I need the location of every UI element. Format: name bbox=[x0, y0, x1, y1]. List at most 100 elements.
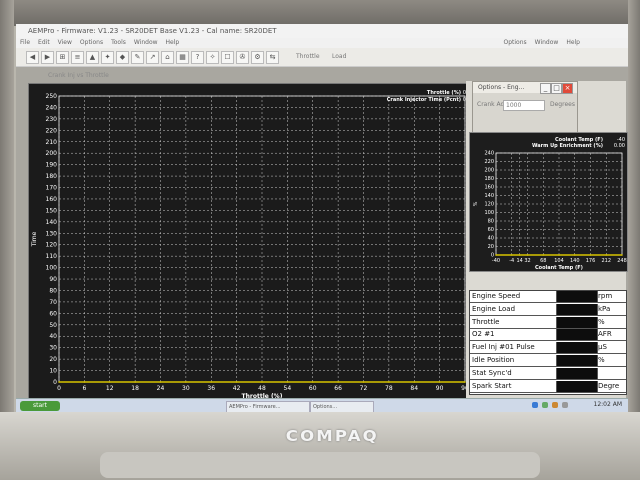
tray-security-icon[interactable] bbox=[552, 402, 558, 408]
data-point bbox=[388, 381, 390, 383]
data-point bbox=[518, 254, 521, 256]
coolant-chart-window[interactable]: 0 20 40 60 80 100 120 140 160 180 200 220 240 -40 -4 14… bbox=[469, 132, 628, 272]
x-tick-label: 104 bbox=[554, 258, 564, 264]
legend-value: 0.00 bbox=[614, 143, 625, 149]
menu-right-item-window[interactable]: Window bbox=[531, 39, 563, 46]
menu-item-options[interactable]: Options bbox=[76, 39, 107, 46]
y-tick-label: 250 bbox=[46, 93, 58, 100]
toolbar-button-icon[interactable]: ? bbox=[191, 51, 204, 64]
menu-right: Options Window Help bbox=[495, 38, 588, 48]
menu-item-file[interactable]: File bbox=[16, 39, 34, 46]
minimize-button[interactable]: _ bbox=[540, 83, 551, 94]
table-row: Throttle% bbox=[470, 316, 626, 329]
x-tick-label: 140 bbox=[570, 258, 580, 264]
table-row: O2 #1 AFR bbox=[470, 329, 626, 342]
y-tick-label: 200 bbox=[46, 150, 58, 157]
x-tick-label: 248 bbox=[617, 258, 627, 264]
options-titlebar[interactable]: Options - Eng... _ □ × bbox=[473, 82, 577, 94]
main-chart-window[interactable]: 0 10 20 30 40 50 60 70 80 90 100 110 120 130 140 150 160… bbox=[28, 83, 469, 400]
table-row: Engine Speed rpm bbox=[470, 291, 626, 303]
y-tick-label: 150 bbox=[46, 207, 58, 214]
y-tick-label: 20 bbox=[488, 244, 494, 250]
x-tick-label: 30 bbox=[182, 385, 190, 392]
menu-item-help[interactable]: Help bbox=[162, 39, 184, 46]
x-tick-label: 42 bbox=[233, 385, 241, 392]
toolbar-button-icon[interactable]: ☐ bbox=[221, 51, 234, 64]
x-tick-label: 12 bbox=[106, 385, 114, 392]
y-tick-label: 60 bbox=[49, 310, 57, 317]
options-unit: Degrees bbox=[550, 101, 575, 108]
toolbar-button-icon[interactable]: ◆ bbox=[116, 51, 129, 64]
row-unit: AFR bbox=[598, 330, 612, 339]
toolbar-button-icon[interactable]: ≡ bbox=[71, 51, 84, 64]
options-window[interactable]: Options - Eng... _ □ × Crank Adv 1000 De… bbox=[472, 81, 578, 135]
data-point bbox=[108, 381, 111, 383]
y-tick-label: 80 bbox=[488, 219, 494, 225]
toolbar-button-icon[interactable]: ↗ bbox=[146, 51, 159, 64]
y-tick-label: 50 bbox=[49, 322, 57, 329]
tray-battery-icon[interactable] bbox=[562, 402, 568, 408]
toolbar: ◀ ▶ ⊞ ≡ ▲ ✦ ◆ ✎ ↗ ⌂ ▦? ✧ ☐ ✇ ⚙ ⇆ Throttle Load bbox=[16, 48, 628, 67]
row-unit: kPa bbox=[598, 304, 611, 313]
data-table: Engine Speed rpm Engine Load kPa Throttle% O2… bbox=[469, 290, 627, 395]
row-label: Idle Position bbox=[472, 356, 515, 364]
toolbar-button-icon[interactable]: ▶ bbox=[41, 51, 54, 64]
x-tick-label: 32 bbox=[524, 258, 530, 264]
y-tick-label: 180 bbox=[46, 173, 58, 180]
row-unit: µS bbox=[598, 343, 607, 352]
menu-item-tools[interactable]: Tools bbox=[107, 39, 130, 46]
data-point bbox=[261, 381, 263, 383]
toolbar-button-icon[interactable]: ▲ bbox=[86, 51, 99, 64]
toolbar-button-icon[interactable]: ✦ bbox=[101, 51, 114, 64]
menu-right-item-help[interactable]: Help bbox=[562, 39, 584, 46]
toolbar-button-icon[interactable]: ⌂ bbox=[161, 51, 174, 64]
task-options[interactable]: Options... bbox=[310, 401, 374, 412]
legend-label: Warm Up Enrichment (%) bbox=[532, 143, 603, 149]
toolbar-button-icon[interactable]: ✎ bbox=[131, 51, 144, 64]
tray-volume-icon[interactable] bbox=[542, 402, 548, 408]
row-value bbox=[556, 303, 598, 315]
data-point bbox=[526, 254, 529, 256]
toolbar-button-icon[interactable]: ◀ bbox=[26, 51, 39, 64]
tray-network-icon[interactable] bbox=[532, 402, 538, 408]
coolant-chart: 020406080100120140160180200220240-40 -4 14… bbox=[473, 137, 627, 271]
y-tick-label: 230 bbox=[46, 116, 58, 123]
start-button[interactable]: start bbox=[20, 401, 60, 411]
data-point bbox=[495, 254, 497, 256]
data-point bbox=[589, 254, 592, 256]
x-tick-label: -4 bbox=[509, 258, 514, 264]
menu-item-edit[interactable]: Edit bbox=[34, 39, 54, 46]
x-tick-label: -40 bbox=[492, 258, 500, 264]
x-tick-label: 54 bbox=[284, 385, 292, 392]
keyboard-area bbox=[100, 452, 540, 478]
toolbar-button-icon[interactable]: ⊞ bbox=[56, 51, 69, 64]
x-tick-label: 18 bbox=[131, 385, 139, 392]
row-label: Engine Speed bbox=[472, 292, 521, 300]
x-tick-label: 72 bbox=[360, 385, 368, 392]
toolbar-button-icon[interactable]: ▦ bbox=[176, 51, 189, 64]
data-point bbox=[558, 254, 560, 256]
options-value-field[interactable]: 1000 bbox=[503, 100, 545, 111]
toolbar-button-icon[interactable]: ✇ bbox=[236, 51, 249, 64]
data-point bbox=[235, 381, 238, 383]
toolbar-button-icon[interactable]: ✧ bbox=[206, 51, 219, 64]
y-tick-label: 200 bbox=[484, 168, 494, 174]
row-value bbox=[556, 380, 598, 392]
y-tick-label: 110 bbox=[46, 253, 58, 260]
close-button[interactable]: × bbox=[562, 83, 573, 94]
y-axis-label: Time bbox=[31, 231, 38, 247]
menu-item-view[interactable]: View bbox=[54, 39, 76, 46]
y-tick-label: 120 bbox=[484, 202, 494, 208]
y-tick-label: 60 bbox=[488, 227, 494, 233]
menu-item-window[interactable]: Window bbox=[130, 39, 162, 46]
y-tick-label: 240 bbox=[46, 104, 58, 111]
maximize-button[interactable]: □ bbox=[551, 83, 562, 94]
toolbar-button-icon[interactable]: ⇆ bbox=[266, 51, 279, 64]
y-tick-label: 10 bbox=[49, 368, 57, 375]
data-point bbox=[159, 381, 162, 383]
menu-right-item-options[interactable]: Options bbox=[499, 39, 530, 46]
data-point bbox=[438, 381, 441, 383]
task-aempro[interactable]: AEMPro - Firmware... bbox=[226, 401, 310, 412]
toolbar-button-icon[interactable]: ⚙ bbox=[251, 51, 264, 64]
row-value bbox=[556, 342, 598, 354]
